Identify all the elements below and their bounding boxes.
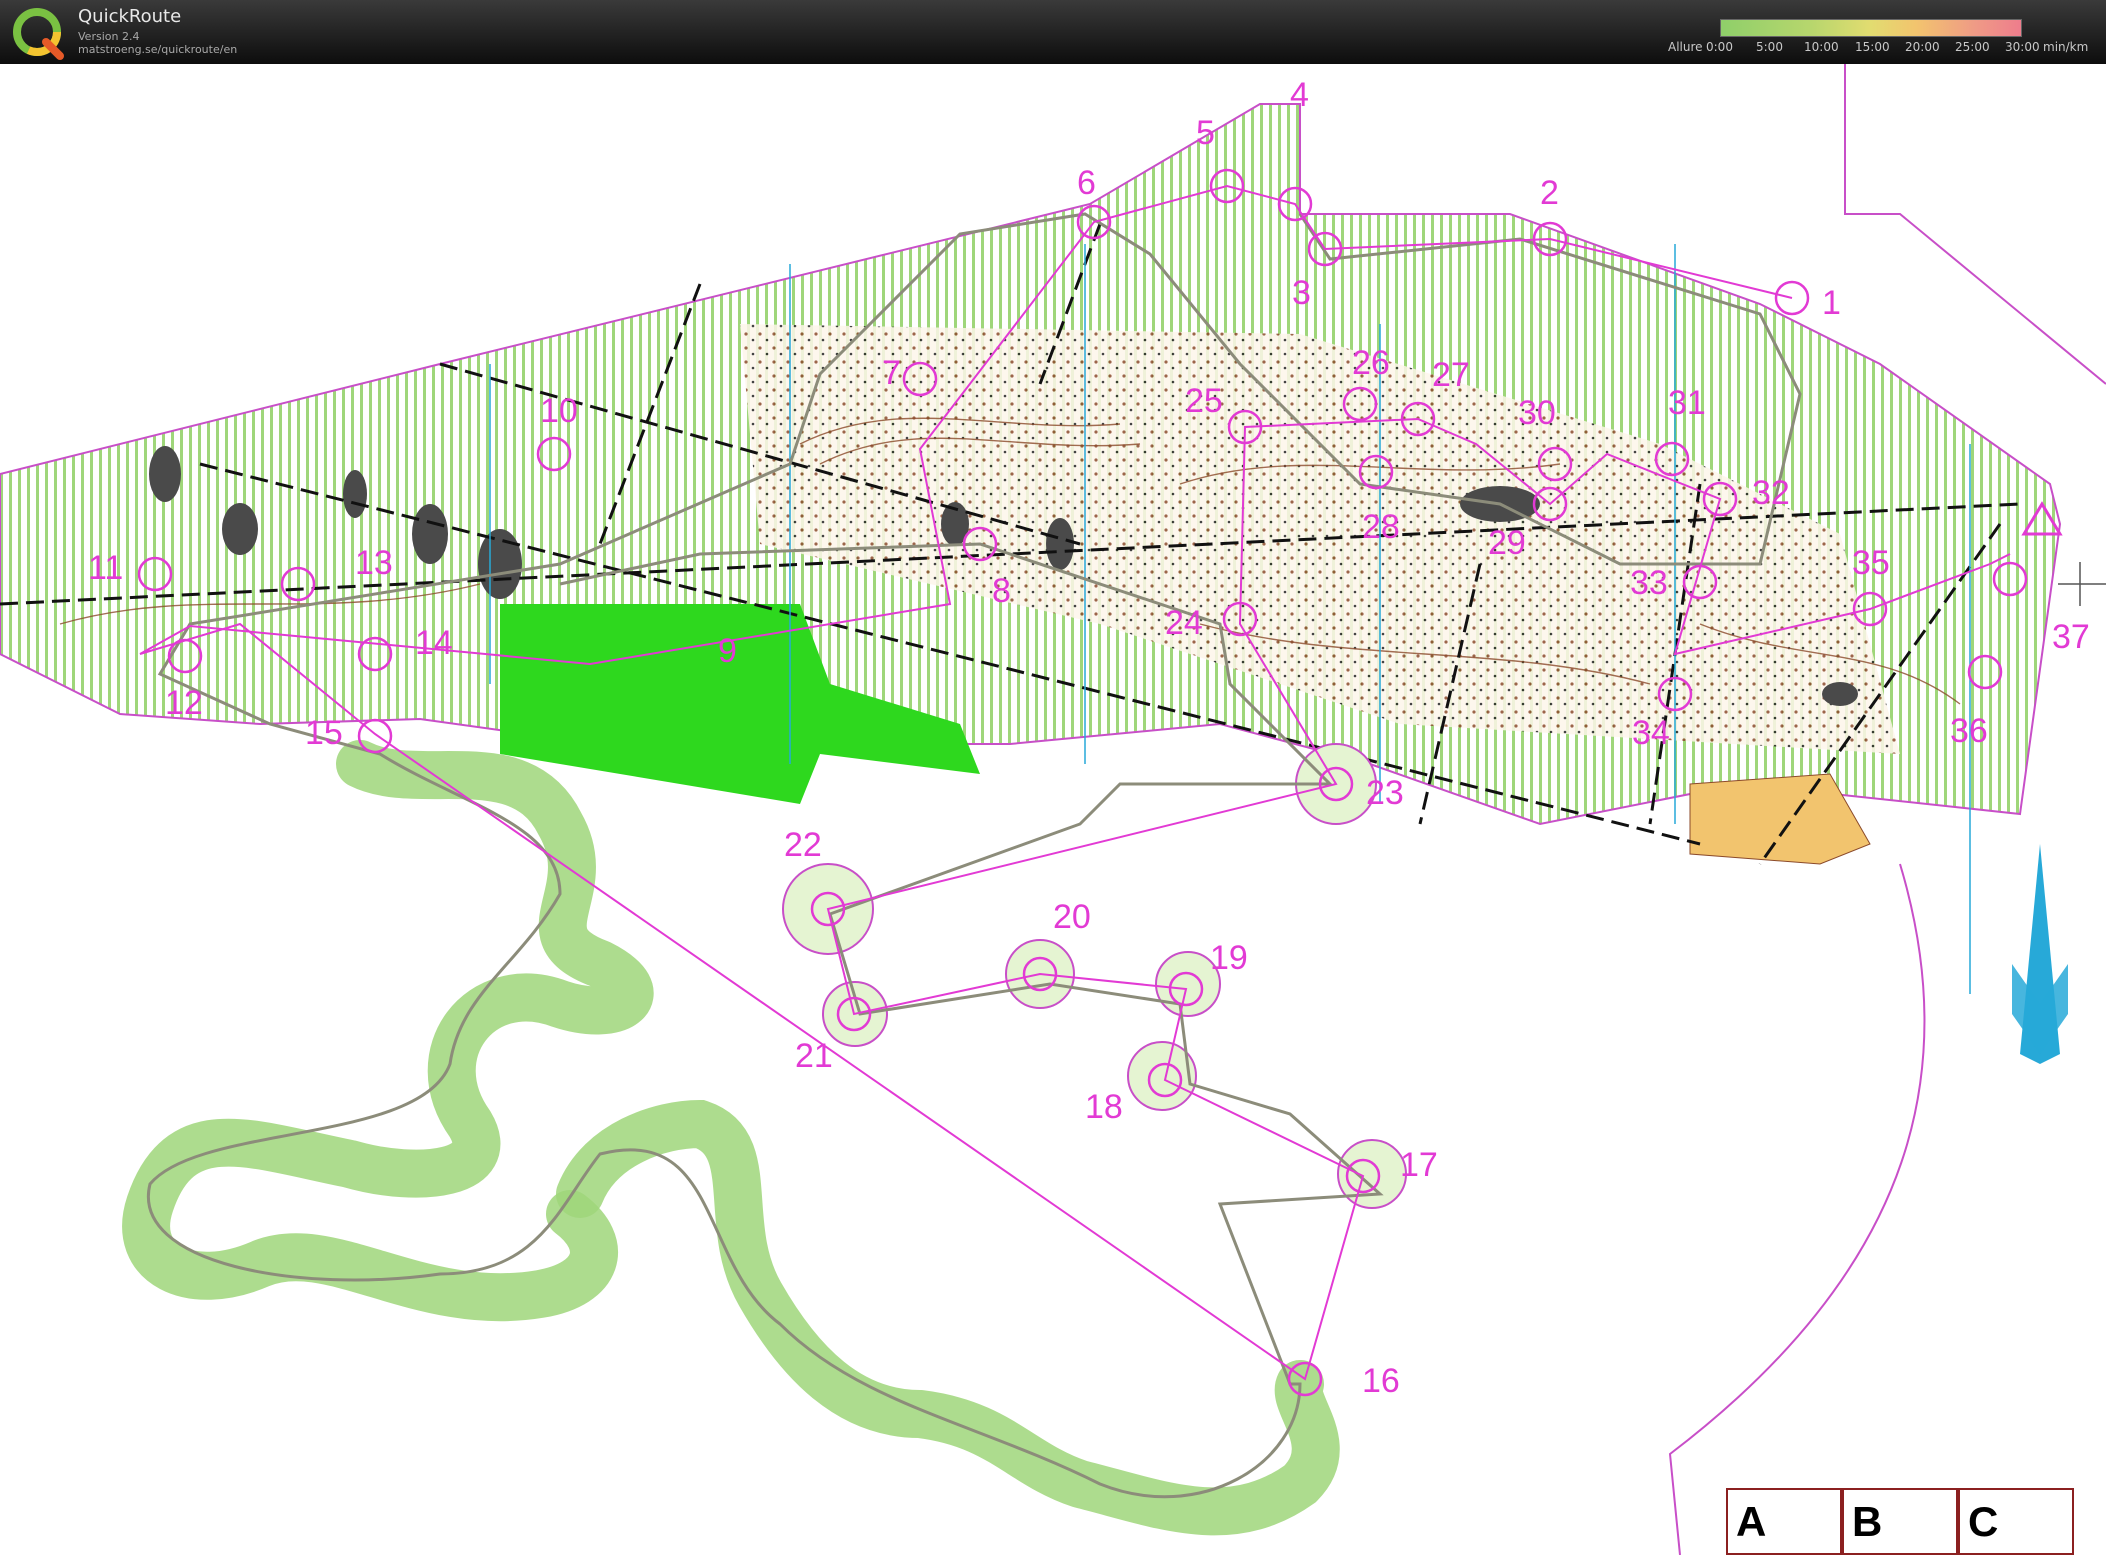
control-label: 14 [415,624,453,662]
control-label: 1 [1822,284,1841,322]
control-label: 18 [1085,1088,1123,1126]
pace-tick: 20:00 [1905,40,1940,54]
control-label: 28 [1362,508,1400,546]
control-label: 8 [992,572,1011,610]
control-label: 6 [1077,164,1096,202]
pace-color-scale [1720,19,2022,37]
control-label: 37 [2052,618,2090,656]
control-label: 11 [88,549,123,587]
top-bar: QuickRoute Version 2.4 matstroeng.se/qui… [0,0,2106,64]
pace-tick: 5:00 [1756,40,1783,54]
control-area-circles [782,743,1407,1209]
control-label: 26 [1352,344,1390,382]
control-label: 13 [355,544,393,582]
map-extent-line [1844,64,2106,385]
pace-legend: Allure 0:00 5:00 10:00 15:00 20:00 25:00… [1660,16,2100,60]
pace-tick: 10:00 [1804,40,1839,54]
app-title: QuickRoute [78,6,182,27]
control-label: 19 [1210,939,1248,977]
orienteering-map[interactable]: 1 2 3 4 5 6 7 8 9 10 11 12 13 14 15 16 1… [0,64,2106,1555]
control-label: 30 [1518,394,1556,432]
app-version: Version 2.4 [78,30,140,43]
pace-tick: 25:00 [1955,40,1990,54]
control-label: 2 [1540,174,1559,212]
control-label: 25 [1185,382,1223,420]
box-b: B [1842,1488,1958,1555]
pace-legend-title: Allure [1668,40,1703,54]
control-label: 23 [1366,774,1404,812]
control-label: 33 [1630,564,1668,602]
finish-cross-icon [2058,562,2106,606]
box-c-label: C [1968,1498,1999,1545]
control-label: 35 [1852,544,1890,582]
control-label: 12 [165,684,203,722]
control-label: 16 [1362,1362,1400,1400]
control-label: 31 [1668,384,1706,422]
quickroute-logo-icon [13,8,64,60]
control-label: 21 [795,1037,833,1075]
control-label: 22 [784,826,822,864]
control-label: 5 [1196,114,1215,152]
pace-unit: min/km [2043,40,2089,54]
control-label: 3 [1292,274,1311,312]
control-label: 7 [882,354,901,392]
control-label: 29 [1488,524,1526,562]
pace-tick: 0:00 [1706,40,1733,54]
north-arrow-icon [2012,844,2068,1064]
control-label: 24 [1165,604,1203,642]
control-label: 32 [1752,474,1790,512]
control-label: 15 [305,714,343,752]
control-label: 36 [1950,712,1988,750]
pace-tick: 15:00 [1855,40,1890,54]
control-label: 17 [1400,1146,1438,1184]
control-label: 20 [1053,898,1091,936]
control-label: 4 [1290,76,1309,114]
box-c: C [1958,1488,2074,1555]
app-url: matstroeng.se/quickroute/en [78,43,238,56]
box-a-label: A [1736,1498,1767,1545]
map-extent-line [1668,863,1926,1555]
control-label: 34 [1632,714,1670,752]
box-b-label: B [1852,1498,1883,1545]
control-label: 10 [540,392,578,430]
control-label: 27 [1432,356,1470,394]
pace-tick: 30:00 [2005,40,2040,54]
box-a: A [1726,1488,1842,1555]
control-label: 9 [718,632,737,670]
